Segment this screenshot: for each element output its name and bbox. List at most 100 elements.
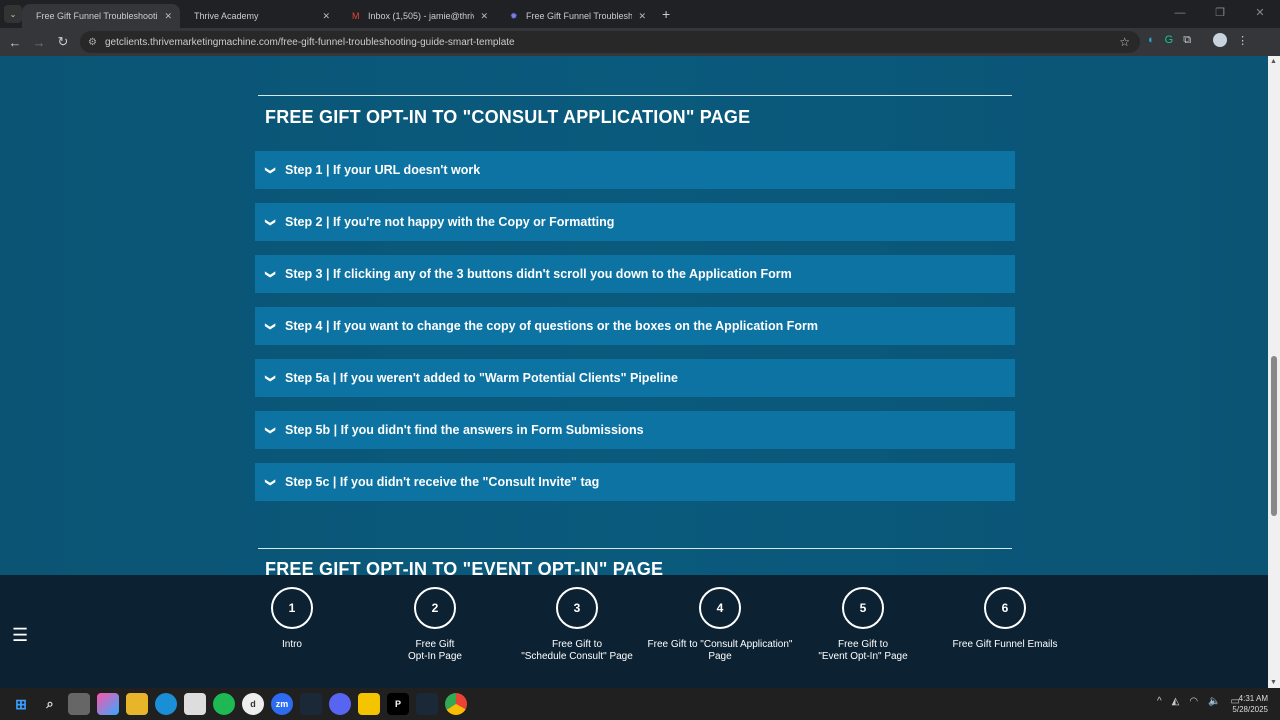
profile-avatar[interactable] — [1213, 33, 1228, 47]
step-number: 3 — [556, 587, 598, 629]
accordion-step-1[interactable]: ❯ Step 1 | If your URL doesn't work — [255, 151, 1015, 189]
bottom-step-nav: ☰ 1 Intro 2 Free Gift Opt-In Page 3 Free Gi… — [0, 575, 1268, 688]
address-bar[interactable]: ⚙ getclients.thrivemarketingmachine.com/… — [80, 31, 1140, 53]
accordion-step-5c[interactable]: ❯ Step 5c | If you didn't receive the "Co… — [255, 463, 1015, 501]
step-label: Intro — [281, 639, 302, 650]
spotify-icon[interactable] — [213, 693, 235, 715]
file-explorer-icon[interactable] — [126, 693, 148, 715]
minimize-button[interactable]: — — [1160, 0, 1200, 26]
step-label: Free Gift to "Event Opt-In" Page — [818, 639, 908, 662]
chevron-up-icon[interactable]: ^ — [1157, 696, 1162, 707]
gmail-icon: M — [352, 11, 360, 21]
dashlane-icon[interactable]: d — [242, 693, 264, 715]
new-tab-button[interactable]: + — [662, 6, 670, 22]
page-content: FREE GIFT OPT-IN TO "CONSULT APPLICATION… — [0, 56, 1268, 688]
tab-title: Free Gift Funnel Troubleshooti — [36, 11, 158, 21]
scrollbar[interactable]: ▲ ▼ — [1268, 56, 1280, 688]
accordion-label: Step 4 | If you want to change the copy … — [285, 319, 818, 333]
accordion-step-5b[interactable]: ❯ Step 5b | If you didn't find the answer… — [255, 411, 1015, 449]
steam-icon[interactable] — [416, 693, 438, 715]
accordion-label: Step 2 | If you're not happy with the Co… — [285, 215, 615, 229]
tab-title: Thrive Academy — [194, 11, 259, 21]
tab-search-button[interactable]: ⌄ — [4, 5, 22, 23]
grammarly-icon[interactable]: G — [1165, 34, 1174, 46]
divider — [258, 548, 1012, 549]
step-number: 5 — [842, 587, 884, 629]
step-number: 1 — [271, 587, 313, 629]
copilot-icon[interactable] — [97, 693, 119, 715]
divider — [258, 95, 1012, 96]
step-label: Free Gift Opt-In Page — [408, 639, 462, 662]
nav-step-1[interactable]: 1 Intro — [217, 587, 367, 651]
taskbar: ⊞ ⌕ d zm P ^ ◭ ◠ 🔈 ▭ 4:31 AM 5/28/2025 — [0, 688, 1280, 720]
close-tab-icon[interactable]: ✕ — [638, 11, 646, 22]
sticky-notes-icon[interactable] — [358, 693, 380, 715]
nav-step-3[interactable]: 3 Free Gift to "Schedule Consult" Page — [502, 587, 652, 663]
extensions-puzzle-icon[interactable]: ⧉ — [1183, 34, 1191, 47]
accordion-label: Step 5a | If you weren't added to "Warm … — [285, 371, 678, 385]
accordion-step-5a[interactable]: ❯ Step 5a | If you weren't added to "Warm… — [255, 359, 1015, 397]
accordion-step-2[interactable]: ❯ Step 2 | If you're not happy with the C… — [255, 203, 1015, 241]
url-text: getclients.thrivemarketingmachine.com/fr… — [104, 36, 515, 48]
close-tab-icon[interactable]: ✕ — [164, 11, 172, 22]
date: 5/28/2025 — [1232, 705, 1268, 714]
step-number: 2 — [414, 587, 456, 629]
site-info-icon[interactable]: ⚙ — [88, 37, 97, 48]
accordion-step-3[interactable]: ❯ Step 3 | If clicking any of the 3 butto… — [255, 255, 1015, 293]
clock[interactable]: 4:31 AM 5/28/2025 — [1232, 693, 1268, 715]
tab-free-gift-2[interactable]: ✹ Free Gift Funnel Troubleshooti ✕ — [496, 4, 654, 28]
forward-icon[interactable]: → — [27, 35, 51, 50]
tab-thrive-academy[interactable]: Thrive Academy ✕ — [180, 4, 338, 28]
accordion-label: Step 1 | If your URL doesn't work — [285, 163, 481, 177]
network-icon[interactable]: ◭ — [1172, 696, 1180, 707]
accordion-label: Step 5c | If you didn't receive the "Con… — [285, 475, 600, 489]
menu-kebab-icon[interactable]: ⋮ — [1237, 34, 1248, 47]
system-tray: ^ ◭ ◠ 🔈 ▭ — [1157, 696, 1240, 707]
extension-icon[interactable]: ◐ — [1148, 34, 1155, 46]
terminal-icon[interactable]: P — [387, 693, 409, 715]
task-view-icon[interactable] — [68, 693, 90, 715]
scroll-up-icon[interactable]: ▲ — [1270, 58, 1277, 65]
chevron-down-icon: ❯ — [264, 425, 276, 435]
chevron-down-icon: ❯ — [264, 321, 276, 331]
chevron-down-icon: ❯ — [264, 269, 276, 279]
volume-icon[interactable]: 🔈 — [1208, 696, 1220, 707]
accordion-label: Step 3 | If clicking any of the 3 button… — [285, 267, 792, 281]
search-icon[interactable]: ⌕ — [39, 693, 61, 715]
tab-strip: ⌄ Free Gift Funnel Troubleshooti ✕ Thrive… — [0, 0, 1280, 28]
toolbar: ← → ↻ ⚙ getclients.thrivemarketingmachin… — [0, 28, 1280, 56]
accordion-step-4[interactable]: ❯ Step 4 | If you want to change the copy… — [255, 307, 1015, 345]
steam-icon[interactable] — [300, 693, 322, 715]
scroll-down-icon[interactable]: ▼ — [1270, 679, 1277, 686]
close-tab-icon[interactable]: ✕ — [480, 11, 488, 22]
nav-step-2[interactable]: 2 Free Gift Opt-In Page — [360, 587, 510, 663]
step-label: Free Gift to "Schedule Consult" Page — [521, 639, 633, 662]
section-title: FREE GIFT OPT-IN TO "CONSULT APPLICATION… — [265, 107, 751, 127]
hamburger-menu-icon[interactable]: ☰ — [12, 625, 28, 646]
step-number: 6 — [984, 587, 1026, 629]
back-icon[interactable]: ← — [3, 35, 27, 50]
windows-start-icon[interactable]: ⊞ — [10, 693, 32, 715]
step-number: 4 — [699, 587, 741, 629]
step-label: Free Gift to "Consult Application" Page — [647, 639, 793, 662]
close-tab-icon[interactable]: ✕ — [322, 11, 330, 22]
wifi-icon[interactable]: ◠ — [1189, 696, 1198, 707]
zoom-icon[interactable]: zm — [271, 693, 293, 715]
edge-icon[interactable] — [155, 693, 177, 715]
store-icon[interactable] — [184, 693, 206, 715]
restore-button[interactable]: ❐ — [1200, 0, 1240, 26]
chevron-down-icon: ❯ — [264, 217, 276, 227]
nav-step-6[interactable]: 6 Free Gift Funnel Emails — [930, 587, 1080, 651]
discord-icon[interactable] — [329, 693, 351, 715]
tab-free-gift-1[interactable]: Free Gift Funnel Troubleshooti ✕ — [22, 4, 180, 28]
reload-icon[interactable]: ↻ — [51, 34, 75, 50]
nav-step-5[interactable]: 5 Free Gift to "Event Opt-In" Page — [788, 587, 938, 663]
bookmark-star-icon[interactable]: ☆ — [1119, 35, 1130, 49]
nav-step-4[interactable]: 4 Free Gift to "Consult Application" Page — [645, 587, 795, 663]
tab-title: Free Gift Funnel Troubleshooti — [526, 11, 633, 21]
time: 4:31 AM — [1238, 694, 1268, 703]
scrollbar-thumb[interactable] — [1271, 356, 1277, 516]
chrome-icon[interactable] — [445, 693, 467, 715]
tab-inbox[interactable]: M Inbox (1,505) - jamie@thrive-a ✕ — [338, 4, 496, 28]
close-window-button[interactable]: ✕ — [1240, 0, 1280, 26]
